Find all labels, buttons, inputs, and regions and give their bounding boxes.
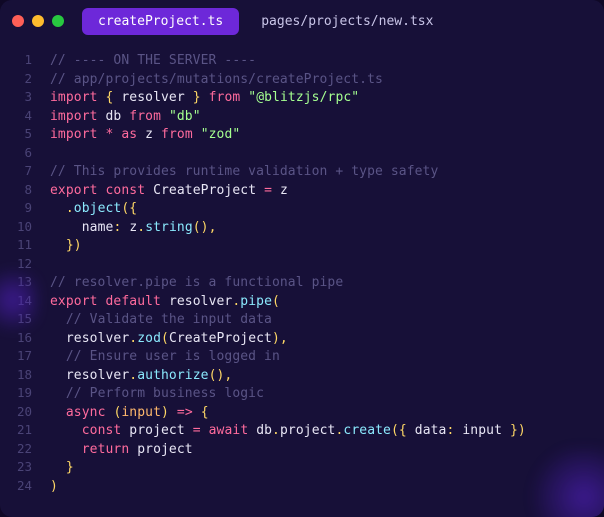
code-line[interactable]: 20 async (input) => { xyxy=(0,404,604,423)
line-content: // This provides runtime validation + ty… xyxy=(50,164,438,179)
line-number: 6 xyxy=(0,145,50,160)
line-content: ) xyxy=(50,479,58,494)
line-content: // ---- ON THE SERVER ---- xyxy=(50,53,256,68)
line-number: 19 xyxy=(0,385,50,400)
code-line[interactable]: 23 } xyxy=(0,459,604,478)
code-line[interactable]: 13// resolver.pipe is a functional pipe xyxy=(0,274,604,293)
code-line[interactable]: 9 .object({ xyxy=(0,200,604,219)
line-content: export default resolver.pipe( xyxy=(50,294,280,309)
line-number: 22 xyxy=(0,441,50,456)
line-content: // resolver.pipe is a functional pipe xyxy=(50,275,343,290)
code-area[interactable]: 1// ---- ON THE SERVER ----2// app/proje… xyxy=(0,42,604,506)
code-line[interactable]: 15 // Validate the input data xyxy=(0,311,604,330)
line-content: // Ensure user is logged in xyxy=(50,349,280,364)
line-number: 5 xyxy=(0,126,50,141)
line-content: }) xyxy=(50,238,82,253)
tab-pages-projects-new-tsx[interactable]: pages/projects/new.tsx xyxy=(245,8,449,35)
line-number: 18 xyxy=(0,367,50,382)
line-number: 23 xyxy=(0,459,50,474)
line-content: import db from "db" xyxy=(50,109,201,124)
line-number: 20 xyxy=(0,404,50,419)
line-number: 2 xyxy=(0,71,50,86)
titlebar: createProject.tspages/projects/new.tsx xyxy=(0,0,604,42)
line-number: 14 xyxy=(0,293,50,308)
line-content: // app/projects/mutations/createProject.… xyxy=(50,72,383,87)
line-number: 7 xyxy=(0,163,50,178)
maximize-icon[interactable] xyxy=(52,15,64,27)
line-content: const project = await db.project.create(… xyxy=(50,423,526,438)
line-number: 13 xyxy=(0,274,50,289)
line-content: name: z.string(), xyxy=(50,220,217,235)
code-line[interactable]: 17 // Ensure user is logged in xyxy=(0,348,604,367)
line-content: export const CreateProject = z xyxy=(50,183,288,198)
code-line[interactable]: 3import { resolver } from "@blitzjs/rpc" xyxy=(0,89,604,108)
tab-createproject-ts[interactable]: createProject.ts xyxy=(82,8,239,35)
code-line[interactable]: 12 xyxy=(0,256,604,275)
code-line[interactable]: 16 resolver.zod(CreateProject), xyxy=(0,330,604,349)
line-number: 11 xyxy=(0,237,50,252)
minimize-icon[interactable] xyxy=(32,15,44,27)
line-number: 21 xyxy=(0,422,50,437)
code-line[interactable]: 6 xyxy=(0,145,604,164)
code-line[interactable]: 1// ---- ON THE SERVER ---- xyxy=(0,52,604,71)
line-number: 4 xyxy=(0,108,50,123)
code-line[interactable]: 5import * as z from "zod" xyxy=(0,126,604,145)
line-content: import * as z from "zod" xyxy=(50,127,240,142)
editor-window: createProject.tspages/projects/new.tsx 1… xyxy=(0,0,604,517)
line-number: 3 xyxy=(0,89,50,104)
close-icon[interactable] xyxy=(12,15,24,27)
line-number: 1 xyxy=(0,52,50,67)
line-content: // Validate the input data xyxy=(50,312,272,327)
code-line[interactable]: 10 name: z.string(), xyxy=(0,219,604,238)
line-number: 10 xyxy=(0,219,50,234)
line-content: return project xyxy=(50,442,193,457)
line-content: resolver.authorize(), xyxy=(50,368,232,383)
code-line[interactable]: 14export default resolver.pipe( xyxy=(0,293,604,312)
code-line[interactable]: 11 }) xyxy=(0,237,604,256)
line-content: resolver.zod(CreateProject), xyxy=(50,331,288,346)
line-number: 17 xyxy=(0,348,50,363)
code-line[interactable]: 8export const CreateProject = z xyxy=(0,182,604,201)
line-content: import { resolver } from "@blitzjs/rpc" xyxy=(50,90,359,105)
code-line[interactable]: 2// app/projects/mutations/createProject… xyxy=(0,71,604,90)
line-content: // Perform business logic xyxy=(50,386,264,401)
code-line[interactable]: 21 const project = await db.project.crea… xyxy=(0,422,604,441)
code-line[interactable]: 18 resolver.authorize(), xyxy=(0,367,604,386)
line-number: 16 xyxy=(0,330,50,345)
code-line[interactable]: 19 // Perform business logic xyxy=(0,385,604,404)
line-number: 12 xyxy=(0,256,50,271)
line-content: async (input) => { xyxy=(50,405,209,420)
line-number: 8 xyxy=(0,182,50,197)
line-content: } xyxy=(50,460,74,475)
code-line[interactable]: 4import db from "db" xyxy=(0,108,604,127)
tab-bar: createProject.tspages/projects/new.tsx xyxy=(82,8,449,35)
code-line[interactable]: 7// This provides runtime validation + t… xyxy=(0,163,604,182)
code-line[interactable]: 22 return project xyxy=(0,441,604,460)
code-line[interactable]: 24) xyxy=(0,478,604,497)
traffic-lights xyxy=(12,15,64,27)
line-content: .object({ xyxy=(50,201,137,216)
line-number: 24 xyxy=(0,478,50,493)
line-number: 15 xyxy=(0,311,50,326)
line-number: 9 xyxy=(0,200,50,215)
